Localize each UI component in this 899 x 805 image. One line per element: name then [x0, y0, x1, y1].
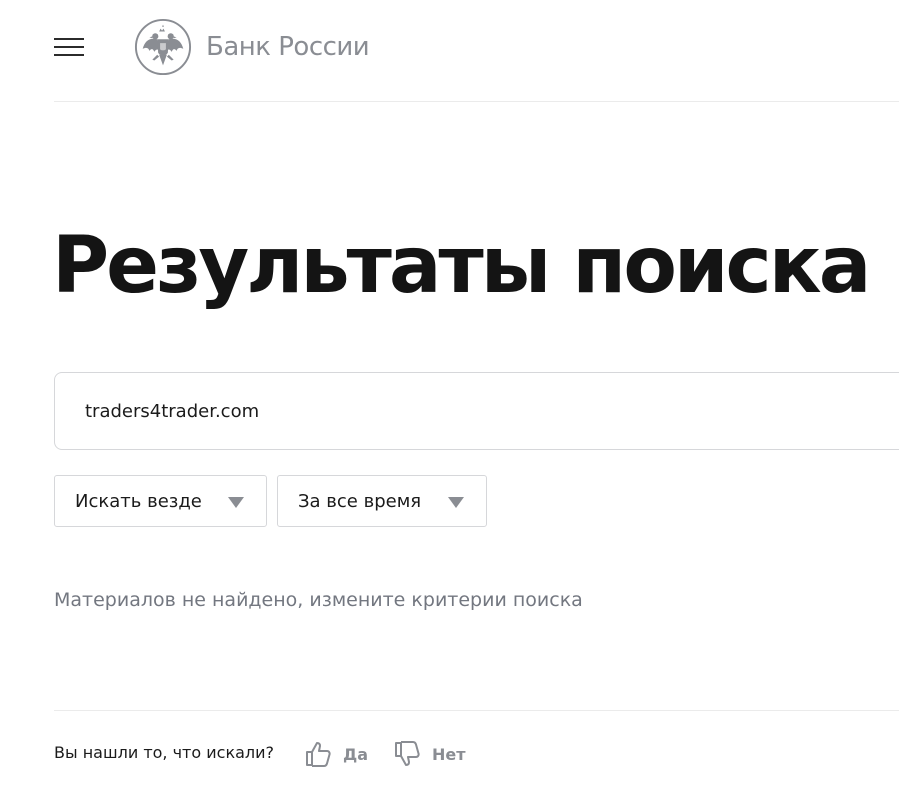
- feedback-no-button[interactable]: Нет: [393, 737, 466, 771]
- feedback-question: Вы нашли то, что искали?: [54, 743, 275, 762]
- feedback-divider: [54, 710, 899, 711]
- search-input[interactable]: [85, 373, 865, 449]
- chevron-down-icon: [448, 497, 464, 508]
- scope-select-label: Искать везде: [75, 490, 202, 512]
- menu-line: [54, 38, 84, 40]
- site-header: Банк России: [0, 0, 899, 102]
- thumbs-up-icon: [306, 742, 331, 767]
- menu-line: [54, 54, 84, 56]
- empty-results-message: Материалов не найдено, измените критерии…: [54, 589, 583, 611]
- scope-select[interactable]: Искать везде: [54, 475, 267, 527]
- double-headed-eagle-emblem-icon: [134, 18, 192, 76]
- hamburger-menu-icon[interactable]: [54, 36, 84, 58]
- logo-text: Банк России: [206, 32, 370, 62]
- search-box: [54, 372, 899, 450]
- thumbs-down-icon: [395, 741, 420, 766]
- feedback-yes-button[interactable]: Да: [304, 737, 368, 771]
- period-select-label: За все время: [298, 490, 422, 512]
- page-title: Результаты поиска: [52, 221, 871, 311]
- feedback-no-label: Нет: [432, 744, 466, 764]
- menu-line: [54, 46, 84, 48]
- period-select[interactable]: За все время: [277, 475, 487, 527]
- header-divider: [54, 101, 899, 102]
- chevron-down-icon: [228, 497, 244, 508]
- bank-logo[interactable]: Банк России: [134, 17, 370, 77]
- feedback-yes-label: Да: [343, 744, 369, 764]
